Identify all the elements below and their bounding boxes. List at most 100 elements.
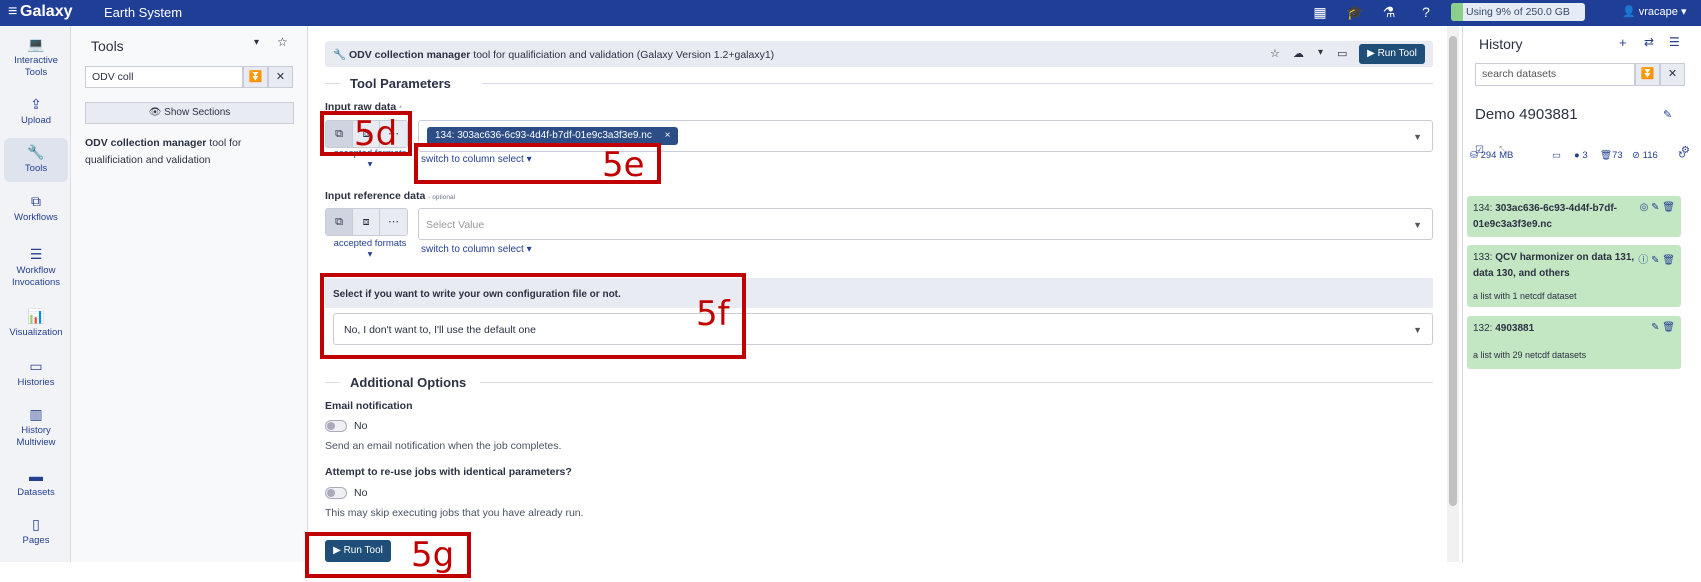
annotation-box-5f: [320, 273, 746, 359]
refresh-icon[interactable]: ↻: [1678, 150, 1686, 161]
columns-icon: ▥: [29, 406, 43, 422]
file-icon: ▯: [32, 516, 40, 532]
delete-trash-icon[interactable]: 🗑: [1662, 322, 1675, 333]
more-options-icon[interactable]: ⋯: [380, 209, 407, 235]
hdd-icon: ▭: [29, 358, 43, 374]
chart-icon: 📊: [27, 308, 45, 324]
play-icon: ▶: [1367, 48, 1378, 59]
citations-icon[interactable]: ☁: [1293, 47, 1304, 60]
edit-pencil-icon[interactable]: ✎: [1651, 202, 1659, 213]
history-clear-search-icon[interactable]: ✕: [1660, 63, 1685, 86]
single-dataset-icon[interactable]: ⧉: [326, 209, 354, 235]
favorite-star-icon[interactable]: ☆: [1270, 47, 1280, 60]
nav-upload[interactable]: ⇪ Upload: [4, 96, 68, 127]
flask-icon[interactable]: ⚗: [1380, 4, 1398, 22]
advanced-search-toggle-icon[interactable]: ⏬: [243, 66, 268, 88]
tool-result-item[interactable]: ODV collection manager tool for qualific…: [85, 135, 285, 169]
history-menu-icon[interactable]: ☰: [1669, 35, 1680, 49]
list-icon: ☰: [29, 246, 43, 262]
input-ref-select[interactable]: Select Value ▼: [418, 208, 1433, 240]
storage-icon[interactable]: ▭: [1337, 47, 1347, 60]
laptop-icon: 💻: [27, 36, 45, 52]
create-history-icon[interactable]: +: [1619, 35, 1627, 50]
edit-pencil-icon[interactable]: ✎: [1651, 255, 1659, 266]
hidden-count[interactable]: ⊘ 116: [1632, 150, 1658, 161]
history-name[interactable]: Demo 4903881: [1475, 106, 1578, 123]
eye-icon: 👁: [148, 107, 165, 118]
tool-parameters-heading: Tool Parameters: [350, 76, 451, 91]
history-size[interactable]: ⛁ 294 MB: [1470, 150, 1513, 161]
run-tool-header-button[interactable]: ▶ Run Tool: [1359, 44, 1425, 64]
history-item-134[interactable]: 134: 303ac636-6c93-4d4f-b7df-01e9c3a3f3e…: [1467, 196, 1681, 237]
input-ref-source-group: ⧉ ⧈ ⋯: [325, 208, 408, 236]
delete-trash-icon[interactable]: 🗑: [1662, 202, 1675, 213]
nav-history-multiview[interactable]: ▥ History Multiview: [4, 406, 68, 449]
nav-tools[interactable]: 🔧 Tools: [4, 138, 68, 182]
star-icon[interactable]: ☆: [277, 35, 288, 49]
additional-options-heading: Additional Options: [350, 375, 467, 390]
divider: [482, 83, 1433, 84]
app-name[interactable]: Earth System: [104, 5, 182, 20]
reuse-label: Attempt to re-use jobs with identical pa…: [325, 466, 572, 478]
multiple-datasets-icon[interactable]: ⧈: [353, 209, 381, 235]
caret-down-icon: ▾: [526, 244, 532, 255]
tool-panel-menu-caret-icon[interactable]: ▾: [254, 37, 259, 48]
scrollbar-thumb[interactable]: [1449, 36, 1457, 506]
email-help: Send an email notification when the job …: [325, 440, 562, 452]
history-advanced-search-icon[interactable]: ⏬: [1635, 63, 1660, 86]
activity-bar: 💻 Interactive Tools ⇪ Upload 🔧 Tools ⧉ Workf…: [0, 26, 71, 562]
history-search-input[interactable]: search datasets: [1475, 63, 1635, 86]
nav-workflows[interactable]: ⧉ Workflows: [4, 193, 68, 224]
grid-icon[interactable]: ▦: [1311, 4, 1329, 22]
edit-pencil-icon[interactable]: ✎: [1651, 322, 1659, 333]
history-item-132[interactable]: 132: 4903881 ✎ 🗑 a list with 29 netcdf d…: [1467, 316, 1681, 369]
nav-datasets[interactable]: ▬ Datasets: [4, 468, 68, 499]
caret-down-icon: ▾: [1680, 6, 1687, 18]
annotation-label-5f: 5f: [696, 294, 730, 334]
storage-dashboard-icon[interactable]: ▭: [1552, 150, 1561, 161]
help-icon[interactable]: ?: [1417, 4, 1435, 22]
edit-history-icon[interactable]: ✎: [1663, 108, 1672, 121]
nav-workflow-invocations[interactable]: ☰ Workflow Invocations: [4, 246, 68, 289]
options-caret-icon[interactable]: ▾: [1318, 47, 1323, 58]
annotation-label-5g: 5g: [411, 535, 455, 575]
delete-trash-icon[interactable]: 🗑: [1662, 255, 1675, 266]
accepted-formats-link-ref[interactable]: accepted formats ▾: [330, 238, 410, 260]
nav-visualization[interactable]: 📊 Visualization: [4, 308, 68, 339]
divider: [325, 382, 340, 383]
user-icon: 👤: [1622, 6, 1639, 18]
history-item-title: 133: QCV harmonizer on data 131, data 13…: [1473, 252, 1635, 279]
tool-header-name: ODV collection manager: [349, 49, 471, 61]
nav-pages[interactable]: ▯ Pages: [4, 516, 68, 547]
switch-column-select-ref[interactable]: switch to column select ▾: [421, 244, 532, 255]
nav-histories[interactable]: ▭ Histories: [4, 358, 68, 389]
clear-search-icon[interactable]: ✕: [268, 66, 293, 88]
input-ref-label: Input reference data: [325, 190, 426, 202]
email-toggle[interactable]: [325, 420, 347, 432]
shown-count[interactable]: ● 3: [1574, 150, 1588, 161]
history-item-actions: ◎ ✎ 🗑: [1640, 202, 1675, 213]
show-sections-button[interactable]: 👁 Show Sections: [85, 102, 294, 124]
tool-result-name: ODV collection manager: [85, 137, 207, 149]
switch-history-icon[interactable]: ⇄: [1644, 35, 1654, 49]
history-item-subtitle: a list with 1 netcdf dataset: [1473, 291, 1577, 301]
quota-meter[interactable]: Using 9% of 250.0 GB: [1451, 3, 1585, 21]
annotation-label-5d: 5d: [354, 114, 398, 154]
wrench-icon: 🔧: [333, 49, 349, 61]
select-placeholder: Select Value: [426, 219, 485, 231]
nav-interactive-tools[interactable]: 💻 Interactive Tools: [4, 36, 68, 79]
user-menu[interactable]: 👤 vracape ▾: [1622, 5, 1687, 18]
chevron-down-icon: ▼: [1413, 132, 1422, 142]
graduation-cap-icon[interactable]: 🎓: [1346, 4, 1364, 22]
galaxy-brand[interactable]: ≡ Galaxy: [8, 3, 72, 21]
reuse-toggle[interactable]: [325, 487, 347, 499]
tool-search-input[interactable]: ODV coll: [85, 66, 243, 88]
center-scrollbar[interactable]: [1447, 26, 1459, 562]
visualize-icon[interactable]: ◎: [1640, 202, 1649, 213]
deleted-count[interactable]: 🗑73: [1600, 150, 1623, 161]
history-item-subtitle: a list with 29 netcdf datasets: [1473, 350, 1587, 360]
history-item-133[interactable]: 133: QCV harmonizer on data 131, data 13…: [1467, 245, 1681, 307]
info-icon[interactable]: ⓘ: [1638, 255, 1648, 266]
trash-icon: 🗑: [1600, 150, 1613, 161]
remove-chip-icon[interactable]: ×: [665, 130, 671, 141]
